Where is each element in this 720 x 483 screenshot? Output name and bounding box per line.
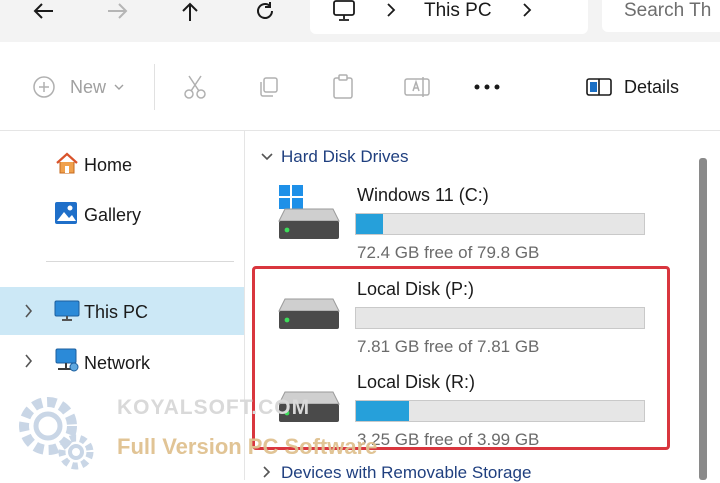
drive-usage-fill xyxy=(356,214,383,234)
back-button[interactable] xyxy=(28,0,58,24)
new-label: New xyxy=(70,76,107,97)
chevron-down-icon xyxy=(114,84,124,90)
details-pane-icon xyxy=(586,78,612,96)
chevron-right-icon xyxy=(387,3,396,17)
network-icon xyxy=(55,348,79,372)
group-label: Hard Disk Drives xyxy=(281,147,409,166)
gallery-icon xyxy=(55,202,77,224)
chevron-right-icon[interactable] xyxy=(24,304,33,318)
drive-free-space: 72.4 GB free of 79.8 GB xyxy=(357,243,540,262)
more-icon xyxy=(474,84,500,90)
rename-icon xyxy=(404,77,430,97)
details-button[interactable]: Details xyxy=(586,74,679,100)
chevron-down-icon xyxy=(261,147,273,167)
breadcrumb-item[interactable]: This PC xyxy=(424,0,492,22)
group-header-hard-disk-drives[interactable]: Hard Disk Drives xyxy=(261,147,409,167)
sidebar-item-label: This PC xyxy=(84,302,149,322)
clipboard-icon xyxy=(333,74,353,99)
address-bar: This PC Search Th xyxy=(0,0,720,42)
sidebar-item-this-pc[interactable]: This PC xyxy=(0,287,244,335)
cut-button[interactable] xyxy=(182,74,208,100)
arrow-right-icon xyxy=(108,3,128,19)
rename-button[interactable] xyxy=(404,74,430,100)
up-button[interactable] xyxy=(175,0,205,24)
sidebar-item-label: Gallery xyxy=(84,205,142,225)
arrow-left-icon xyxy=(33,3,53,19)
watermark-tagline: Full Version PC Software xyxy=(117,434,378,459)
toolbar-divider xyxy=(154,64,155,110)
sidebar-divider xyxy=(46,261,234,262)
refresh-button[interactable] xyxy=(250,0,280,24)
home-icon xyxy=(56,152,78,174)
drive-usage-bar xyxy=(355,213,645,235)
scissors-icon xyxy=(184,75,206,99)
search-placeholder[interactable]: Search Th xyxy=(624,0,711,22)
sidebar-item-gallery[interactable]: Gallery xyxy=(0,189,244,237)
drive-item[interactable]: Windows 11 (C:) 72.4 GB free of 79.8 GB xyxy=(275,185,715,265)
search-box[interactable]: Search Th xyxy=(602,0,720,32)
watermark: KOYALSOFT.COM Full Version PC Software xyxy=(2,388,382,480)
sidebar-item-label: Home xyxy=(84,155,133,175)
chevron-right-icon[interactable] xyxy=(522,3,532,17)
sidebar-item-network[interactable]: Network xyxy=(0,337,244,385)
refresh-icon xyxy=(257,2,273,19)
watermark-site: KOYALSOFT.COM xyxy=(117,396,311,419)
more-options-button[interactable] xyxy=(472,78,502,96)
command-bar: New Details xyxy=(0,42,720,131)
copy-button[interactable] xyxy=(256,74,282,100)
monitor-icon xyxy=(333,0,355,21)
copy-icon xyxy=(260,77,278,97)
monitor-icon xyxy=(54,300,80,321)
scrollbar[interactable] xyxy=(699,158,707,480)
sidebar-item-home[interactable]: Home xyxy=(0,139,244,187)
hard-drive-icon xyxy=(278,208,340,239)
gear-icon xyxy=(19,397,94,470)
plus-circle-icon xyxy=(33,76,55,98)
drive-name: Windows 11 (C:) xyxy=(357,185,489,205)
chevron-right-icon[interactable] xyxy=(24,354,33,368)
paste-button[interactable] xyxy=(330,74,356,100)
breadcrumb[interactable]: This PC xyxy=(310,0,588,34)
arrow-up-icon xyxy=(182,2,198,21)
sidebar-item-label: Network xyxy=(84,353,151,373)
forward-button[interactable] xyxy=(103,0,133,24)
new-button[interactable]: New xyxy=(32,74,124,100)
details-label: Details xyxy=(624,76,680,97)
